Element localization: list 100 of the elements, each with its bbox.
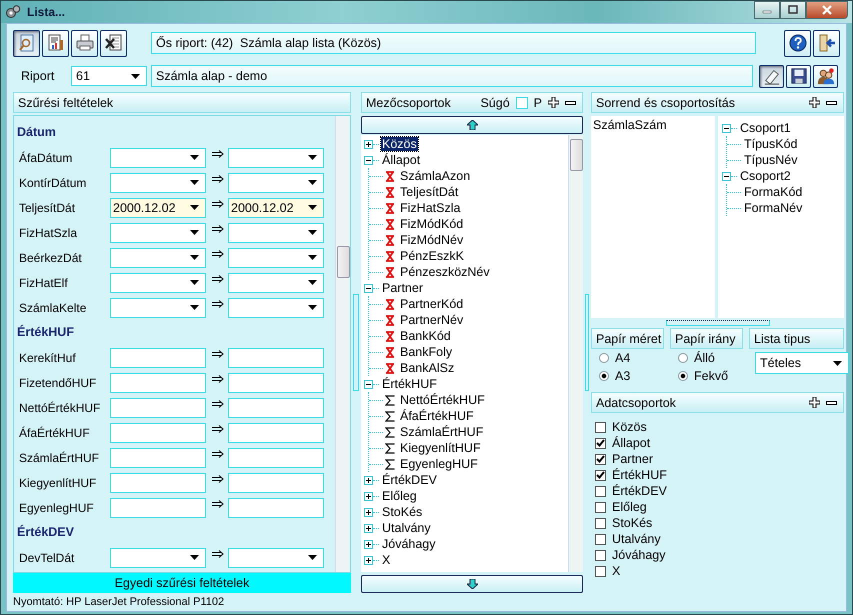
date-field[interactable]	[110, 298, 206, 318]
scrollbar-thumb[interactable]	[570, 139, 582, 171]
print-button[interactable]	[71, 30, 98, 56]
tree-node[interactable]: Partner	[381, 281, 424, 295]
expand-icon[interactable]	[364, 492, 373, 500]
collapse-icon[interactable]	[364, 156, 373, 164]
checkbox[interactable]	[595, 470, 606, 480]
scrollbar[interactable]	[335, 116, 350, 572]
number-field[interactable]	[110, 498, 206, 518]
tree-leaf[interactable]: PénzeszközNév	[399, 265, 491, 279]
scrollbar[interactable]	[568, 135, 583, 572]
date-field[interactable]	[228, 148, 324, 168]
tree-node[interactable]: X	[381, 553, 392, 567]
tree-leaf[interactable]: FizHatSzla	[399, 201, 462, 215]
users-button[interactable]	[813, 64, 838, 88]
date-field[interactable]	[110, 248, 206, 268]
collapse-icon[interactable]	[722, 124, 731, 132]
tree-node[interactable]: StoKés	[381, 505, 424, 519]
scrollbar-thumb[interactable]	[336, 246, 350, 278]
checkbox[interactable]	[595, 454, 606, 464]
maximize-button[interactable]	[780, 1, 806, 19]
number-field[interactable]	[110, 372, 206, 392]
group-node[interactable]: Csoport1	[739, 121, 792, 135]
expand-icon[interactable]	[364, 140, 373, 148]
group-field[interactable]: FormaNév	[743, 201, 804, 215]
collapse-icon[interactable]	[722, 172, 731, 180]
report-number-dropdown[interactable]: 61	[71, 66, 147, 86]
group-field[interactable]: TípusKód	[743, 137, 799, 151]
collapse-icon[interactable]	[364, 284, 373, 292]
date-field[interactable]: 2000.12.02	[110, 198, 206, 218]
checkbox[interactable]	[595, 502, 606, 512]
date-field[interactable]	[110, 148, 206, 168]
number-field[interactable]	[110, 398, 206, 418]
tree-node[interactable]: Előleg	[381, 489, 418, 503]
close-button[interactable]	[806, 1, 848, 19]
date-field[interactable]	[228, 548, 324, 568]
checkbox[interactable]	[595, 422, 606, 432]
tree-node[interactable]: Utalvány	[381, 521, 432, 535]
tree-leaf[interactable]: NettóÉrtékHUF	[399, 393, 486, 407]
checkbox[interactable]	[595, 566, 606, 576]
number-field[interactable]	[228, 498, 324, 518]
plus-icon[interactable]	[809, 97, 820, 108]
scroll-down-button[interactable]	[361, 575, 583, 593]
tree-leaf[interactable]: SzámlaÉrtHUF	[399, 425, 484, 439]
tree-leaf[interactable]: TeljesítDát	[399, 185, 460, 199]
tree-leaf[interactable]: ÁfaÉrtékHUF	[399, 409, 475, 423]
date-field[interactable]	[110, 172, 206, 192]
list-type-dropdown[interactable]: Tételes	[755, 352, 849, 374]
tree-leaf[interactable]: BankAlSz	[399, 361, 456, 375]
number-field[interactable]	[228, 372, 324, 392]
collapse-icon[interactable]	[364, 380, 373, 388]
radio-button[interactable]	[599, 371, 609, 381]
minus-icon[interactable]	[826, 400, 837, 404]
tree-node[interactable]: Közös	[381, 137, 418, 151]
custom-filters-button[interactable]: Egyedi szűrési feltételek	[13, 573, 351, 593]
tree-leaf[interactable]: KiegyenlítHUF	[399, 441, 482, 455]
checkbox[interactable]	[595, 534, 606, 544]
tree-node[interactable]: Jóváhagy	[381, 537, 437, 551]
radio-button[interactable]	[678, 353, 688, 363]
plus-icon[interactable]	[548, 97, 559, 108]
expand-icon[interactable]	[364, 476, 373, 484]
group-field[interactable]: TípusNév	[743, 153, 798, 167]
expand-icon[interactable]	[364, 540, 373, 548]
tree-leaf[interactable]: PénzEszkK	[399, 249, 465, 263]
date-field[interactable]: 2000.12.02	[228, 198, 324, 218]
tree-leaf[interactable]: FizMódNév	[399, 233, 464, 247]
tree-leaf[interactable]: PartnerNév	[399, 313, 464, 327]
number-field[interactable]	[110, 422, 206, 442]
date-field[interactable]	[228, 272, 324, 292]
expand-icon[interactable]	[364, 556, 373, 564]
report-design-button[interactable]	[42, 30, 69, 56]
help-button[interactable]	[784, 30, 811, 56]
date-field[interactable]	[228, 172, 324, 192]
tree-leaf[interactable]: PartnerKód	[399, 297, 464, 311]
date-field[interactable]	[110, 222, 206, 242]
radio-button[interactable]	[678, 371, 688, 381]
date-field[interactable]	[110, 548, 206, 568]
radio-button[interactable]	[599, 353, 609, 363]
expand-icon[interactable]	[364, 508, 373, 516]
tree-node[interactable]: ÉrtékHUF	[381, 377, 438, 391]
plus-icon[interactable]	[809, 397, 820, 408]
minus-icon[interactable]	[565, 100, 576, 104]
minimize-button[interactable]	[754, 1, 780, 19]
scroll-up-button[interactable]	[361, 116, 583, 134]
splitter-handle[interactable]	[666, 320, 770, 326]
number-field[interactable]	[228, 448, 324, 468]
sort-field[interactable]: SzámlaSzám	[593, 118, 713, 132]
date-field[interactable]	[228, 222, 324, 242]
checkbox[interactable]	[595, 518, 606, 528]
report-name-field[interactable]: Számla alap - demo	[151, 65, 753, 87]
tree-leaf[interactable]: FizMódKód	[399, 217, 464, 231]
number-field[interactable]	[228, 422, 324, 442]
checkbox[interactable]	[595, 438, 606, 448]
eraser-button[interactable]	[759, 64, 784, 88]
date-field[interactable]	[110, 272, 206, 292]
help-checkbox[interactable]	[516, 96, 528, 108]
checkbox[interactable]	[595, 550, 606, 560]
excel-export-button[interactable]	[100, 30, 127, 56]
checkbox[interactable]	[595, 486, 606, 496]
minus-icon[interactable]	[826, 100, 837, 104]
